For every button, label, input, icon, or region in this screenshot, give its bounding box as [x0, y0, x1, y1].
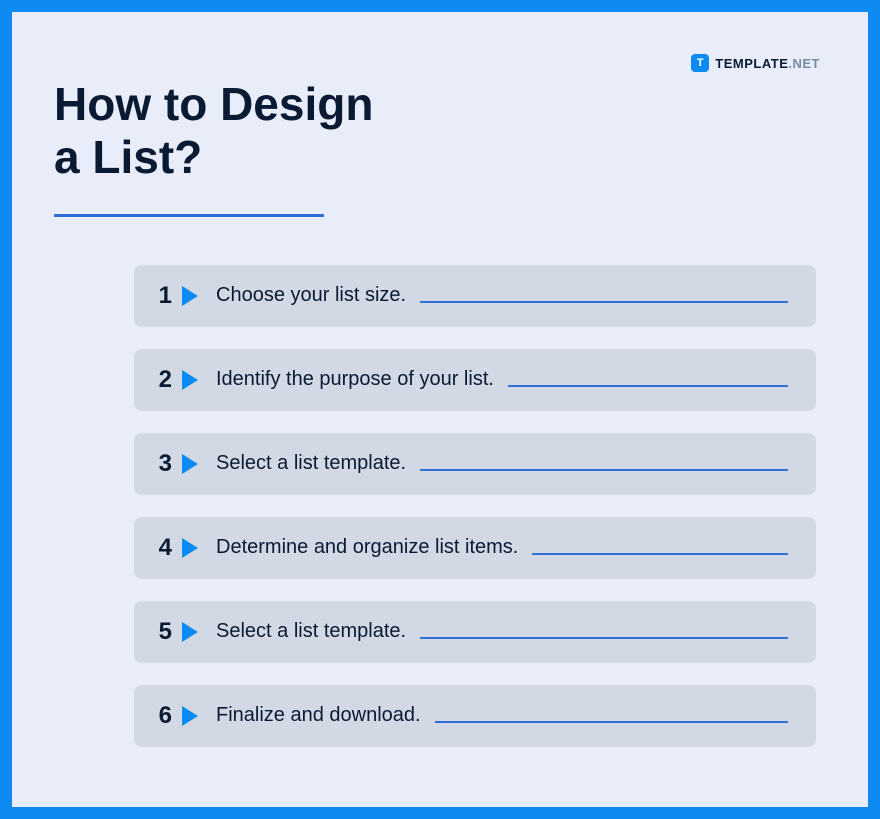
step-underline	[420, 469, 788, 471]
step-number: 3	[154, 450, 172, 478]
play-icon	[182, 622, 198, 642]
play-icon	[182, 370, 198, 390]
step-number: 5	[154, 618, 172, 646]
page-title: How to Design a List?	[54, 78, 826, 184]
step-number: 4	[154, 534, 172, 562]
play-icon	[182, 286, 198, 306]
title-underline	[54, 214, 324, 217]
play-icon	[182, 706, 198, 726]
list-item: 3 Select a list template.	[134, 433, 816, 495]
play-icon	[182, 538, 198, 558]
step-number: 1	[154, 282, 172, 310]
step-underline	[420, 301, 788, 303]
title-line-1: How to Design	[54, 78, 373, 130]
brand-logo: T TEMPLATE.NET	[691, 54, 820, 72]
play-icon	[182, 454, 198, 474]
step-text: Choose your list size.	[216, 284, 406, 307]
step-underline	[420, 637, 788, 639]
step-underline	[532, 553, 788, 555]
list-item: 1 Choose your list size.	[134, 265, 816, 327]
brand-badge-icon: T	[691, 54, 709, 72]
title-line-2: a List?	[54, 131, 202, 183]
brand-name: TEMPLATE	[715, 56, 788, 71]
list-item: 4 Determine and organize list items.	[134, 517, 816, 579]
step-text: Finalize and download.	[216, 704, 421, 727]
list-item: 6 Finalize and download.	[134, 685, 816, 747]
step-underline	[435, 721, 788, 723]
document-canvas: T TEMPLATE.NET How to Design a List? 1 C…	[12, 12, 868, 807]
steps-list: 1 Choose your list size. 2 Identify the …	[54, 265, 826, 747]
step-text: Identify the purpose of your list.	[216, 368, 494, 391]
list-item: 5 Select a list template.	[134, 601, 816, 663]
brand-suffix: .NET	[788, 56, 820, 71]
step-number: 6	[154, 702, 172, 730]
brand-text: TEMPLATE.NET	[715, 56, 820, 71]
step-number: 2	[154, 366, 172, 394]
step-text: Select a list template.	[216, 452, 406, 475]
step-text: Determine and organize list items.	[216, 536, 518, 559]
step-text: Select a list template.	[216, 620, 406, 643]
step-underline	[508, 385, 788, 387]
list-item: 2 Identify the purpose of your list.	[134, 349, 816, 411]
